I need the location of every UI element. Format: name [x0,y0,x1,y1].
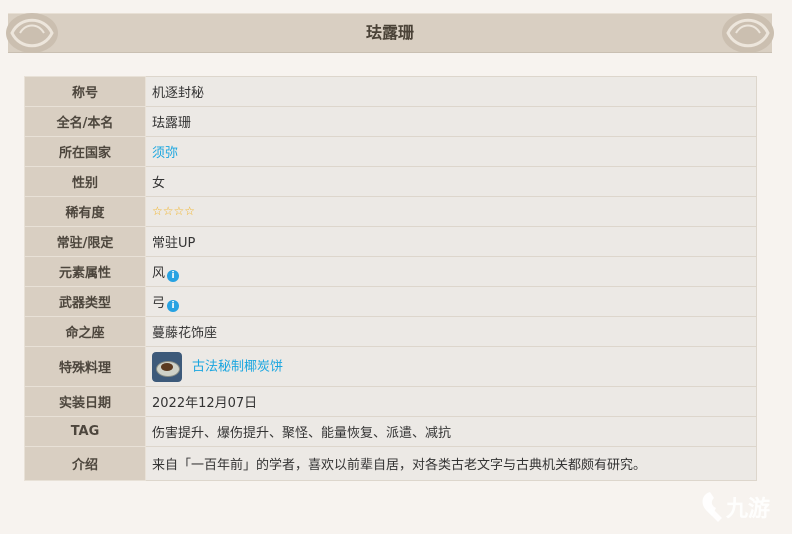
row-value-weapon: 弓i [145,286,757,317]
weapon-text: 弓 [152,295,166,311]
row-label-title: 称号 [24,76,146,107]
jiuyou-logo: 九游 [702,492,770,522]
row-value-fullname: 珐露珊 [145,106,757,137]
row-label-release-date: 实装日期 [24,386,146,417]
special-dish-link[interactable]: 古法秘制椰炭饼 [192,359,283,374]
table-row: 元素属性 风i [24,256,757,287]
row-value-rarity: ☆☆☆☆ [145,196,757,227]
row-label-intro: 介绍 [24,446,146,481]
info-circle-icon[interactable]: i [167,269,180,282]
row-value-nation: 须弥 [145,136,757,167]
row-label-rarity: 稀有度 [24,196,146,227]
character-info-table: 称号 机逐封秘 全名/本名 珐露珊 所在国家 须弥 性别 女 稀有度 ☆☆☆☆ … [24,76,757,481]
row-value-release-date: 2022年12月07日 [145,386,757,417]
element-text: 风 [152,265,166,281]
row-value-element: 风i [145,256,757,287]
row-label-constellation: 命之座 [24,316,146,347]
row-label-special-dish: 特殊料理 [24,346,146,387]
table-row: 命之座 蔓藤花饰座 [24,316,757,347]
row-label-element: 元素属性 [24,256,146,287]
table-row: 实装日期 2022年12月07日 [24,386,757,417]
row-value-gender: 女 [145,166,757,197]
row-label-gender: 性别 [24,166,146,197]
coconut-charcoal-cake-icon[interactable] [152,351,182,382]
page-title: 珐露珊 [365,23,414,42]
watermark-text: 九游 [725,496,770,522]
table-row: 介绍 来自「一百年前」的学者，喜欢以前辈自居，对各类古老文字与古典机关都颇有研究… [24,446,757,481]
table-row: 所在国家 须弥 [24,136,757,167]
nation-link[interactable]: 须弥 [152,146,178,161]
row-value-banner-type: 常驻UP [145,226,757,257]
table-row: 性别 女 [24,166,757,197]
row-label-banner-type: 常驻/限定 [24,226,146,257]
table-row: 常驻/限定 常驻UP [24,226,757,257]
row-value-special-dish: 古法秘制椰炭饼 [145,346,757,387]
rarity-stars-icon: ☆☆☆☆ [152,204,196,218]
table-row: 全名/本名 珐露珊 [24,106,757,137]
row-label-fullname: 全名/本名 [24,106,146,137]
row-value-constellation: 蔓藤花饰座 [145,316,757,347]
row-label-tag: TAG [24,416,146,447]
table-row: 称号 机逐封秘 [24,76,757,107]
table-row: 特殊料理 古法秘制椰炭饼 [24,346,757,387]
table-row: 武器类型 弓i [24,286,757,317]
table-row: 稀有度 ☆☆☆☆ [24,196,757,227]
table-row: TAG 伤害提升、爆伤提升、聚怪、能量恢复、派遣、减抗 [24,416,757,447]
row-value-tag: 伤害提升、爆伤提升、聚怪、能量恢复、派遣、减抗 [145,416,757,447]
row-value-title: 机逐封秘 [145,76,757,107]
title-banner: 珐露珊 [6,13,774,53]
row-label-nation: 所在国家 [24,136,146,167]
info-circle-icon[interactable]: i [167,299,180,312]
row-label-weapon: 武器类型 [24,286,146,317]
row-value-intro: 来自「一百年前」的学者，喜欢以前辈自居，对各类古老文字与古典机关都颇有研究。 [145,446,757,481]
